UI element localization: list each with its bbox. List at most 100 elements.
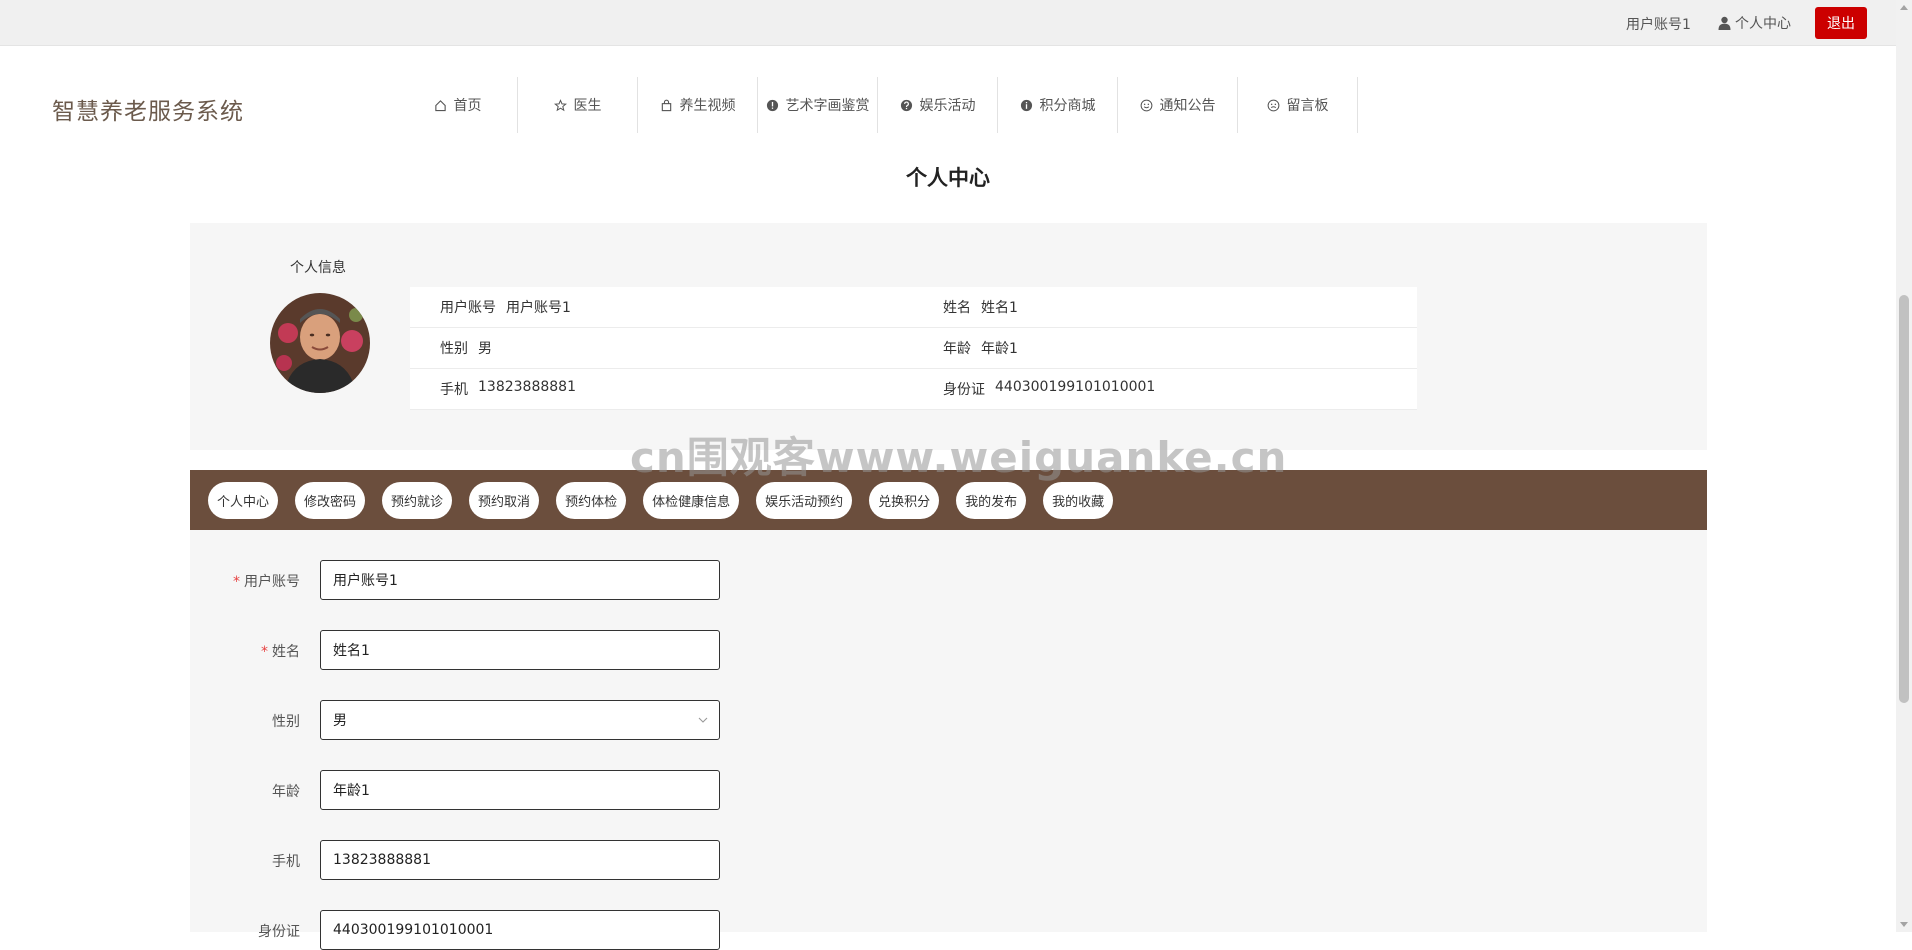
id-card-input[interactable] [320, 910, 720, 950]
nav-label: 通知公告 [1159, 98, 1216, 114]
form-row-id-card: 身份证 [190, 910, 1090, 950]
form-label: 性别 [272, 711, 300, 731]
info-value: 年龄1 [981, 341, 1018, 357]
nav-label: 艺术字画鉴赏 [785, 98, 870, 114]
tab-activity-appointment[interactable]: 娱乐活动预约 [756, 481, 853, 519]
info-label: 手机 [440, 382, 468, 398]
form-row-account: * 用户账号 [190, 560, 1090, 600]
info-value: 13823888881 [478, 379, 576, 395]
account-name: 用户账号1 [1626, 17, 1691, 33]
nav-message-board[interactable]: 留言板 [1238, 77, 1358, 133]
nav-notice[interactable]: 通知公告 [1118, 77, 1238, 133]
meh-icon [1267, 98, 1281, 112]
personal-center-link[interactable]: 个人中心 [1718, 13, 1791, 33]
info-value: 姓名1 [981, 300, 1018, 316]
tab-my-favorites[interactable]: 我的收藏 [1043, 481, 1114, 519]
info-cell: 姓名 姓名1 [913, 297, 1416, 317]
top-utility-bar: 用户账号1 个人中心 退出 [0, 0, 1896, 46]
info-cell: 身份证 440300199101010001 [913, 379, 1416, 399]
form-row-age: 年龄 [190, 770, 1090, 810]
nav-doctor[interactable]: 医生 [518, 77, 638, 133]
bag-icon [660, 98, 674, 112]
star-icon [554, 98, 568, 112]
form-row-gender: 性别 男 [190, 700, 1090, 740]
home-icon [434, 98, 448, 112]
nav-health-video[interactable]: 养生视频 [638, 77, 758, 133]
alert-icon [766, 98, 780, 112]
info-value: 男 [478, 341, 492, 357]
form-label: 手机 [272, 851, 300, 871]
info-cell: 性别男 [410, 338, 913, 358]
nav-label: 积分商城 [1039, 98, 1096, 114]
tab-appointment-cancel[interactable]: 预约取消 [469, 481, 540, 519]
info-label: 身份证 [943, 382, 985, 398]
nav-home[interactable]: 首页 [398, 77, 518, 133]
tab-change-password[interactable]: 修改密码 [295, 481, 366, 519]
nav-activities[interactable]: 娱乐活动 [878, 77, 998, 133]
profile-info-table: 用户账号 用户账号1 姓名 姓名1 性别男 年龄 年龄1 手机 13823888881 … [410, 287, 1417, 410]
form-label-text: 用户账号 [244, 574, 300, 590]
tab-appointment[interactable]: 预约就诊 [382, 481, 453, 519]
form-label: * 用户账号 [233, 571, 300, 591]
info-row: 性别男 年龄 年龄1 [410, 328, 1417, 369]
info-cell: 用户账号 用户账号1 [410, 297, 913, 317]
info-label: 姓名 [943, 300, 971, 316]
logout-button[interactable]: 退出 [1815, 7, 1867, 39]
scrollbar-thumb[interactable] [1899, 295, 1909, 703]
phone-input[interactable] [320, 840, 720, 880]
watermark: cn围观客www.weiguanke.cn [630, 433, 1288, 482]
info-row: 手机 13823888881 身份证 440300199101010001 [410, 369, 1417, 410]
form-label-text: 年龄 [272, 784, 300, 800]
info-label: 性别 [440, 341, 468, 357]
form-label-text: 身份证 [258, 924, 300, 940]
scroll-up-arrow-icon[interactable] [1900, 5, 1908, 10]
nav-label: 娱乐活动 [919, 98, 976, 114]
nav-label: 医生 [573, 98, 602, 114]
profile-section-label: 个人信息 [290, 260, 346, 276]
tab-redeem-points[interactable]: 兑换积分 [869, 481, 940, 519]
info-row: 用户账号 用户账号1 姓名 姓名1 [410, 287, 1417, 328]
tab-health-info[interactable]: 体检健康信息 [643, 481, 740, 519]
form-label-text: 姓名 [272, 644, 300, 660]
personal-center-label: 个人中心 [1735, 16, 1791, 32]
question-icon [900, 98, 914, 112]
tab-my-posts[interactable]: 我的发布 [956, 481, 1027, 519]
nav-label: 养生视频 [679, 98, 736, 114]
profile-panel: 个人信息 用户账号 用户账号1 姓名 姓名1 性别男 年龄 年龄1 手机 1382388… [190, 223, 1707, 450]
form-label: 年龄 [272, 781, 300, 801]
name-input[interactable] [320, 630, 720, 670]
info-value: 440300199101010001 [995, 379, 1156, 395]
nav-label: 留言板 [1286, 98, 1329, 114]
tab-personal-center[interactable]: 个人中心 [208, 481, 279, 519]
form-row-name: * 姓名 [190, 630, 1090, 670]
form-row-phone: 手机 [190, 840, 1090, 880]
info-label: 年龄 [943, 341, 971, 357]
nav-points-mall[interactable]: 积分商城 [998, 77, 1118, 133]
site-logo[interactable]: 智慧养老服务系统 [52, 92, 244, 126]
gender-select[interactable]: 男 [320, 700, 720, 740]
info-value: 用户账号1 [506, 300, 571, 316]
scroll-down-arrow-icon[interactable] [1900, 922, 1908, 927]
required-mark: * [261, 644, 268, 660]
avatar [270, 293, 370, 393]
chevron-down-icon [698, 717, 708, 723]
info-label: 用户账号 [440, 300, 496, 316]
info-cell: 手机 13823888881 [410, 379, 913, 399]
info-icon [1020, 98, 1034, 112]
profile-form: *用户账号 *姓名 性别 男 年龄 手机 身份证 [190, 530, 1707, 950]
main-nav: 首页 医生 养生视频 艺术字画鉴赏 娱乐活动 积分商城 通知公告 留言板 [398, 77, 1358, 133]
nav-art[interactable]: 艺术字画鉴赏 [758, 77, 878, 133]
form-label: * 姓名 [261, 641, 300, 661]
form-label: 身份证 [258, 921, 300, 941]
page-title: 个人中心 [906, 166, 990, 190]
tab-checkup-appointment[interactable]: 预约体检 [556, 481, 627, 519]
form-label-text: 性别 [272, 714, 300, 730]
gender-select-value: 男 [333, 713, 347, 729]
nav-label: 首页 [453, 98, 482, 114]
age-input[interactable] [320, 770, 720, 810]
account-input[interactable] [320, 560, 720, 600]
page-scrollbar[interactable] [1896, 0, 1912, 932]
info-cell: 年龄 年龄1 [913, 338, 1416, 358]
form-label-text: 手机 [272, 854, 300, 870]
required-mark: * [233, 574, 240, 590]
